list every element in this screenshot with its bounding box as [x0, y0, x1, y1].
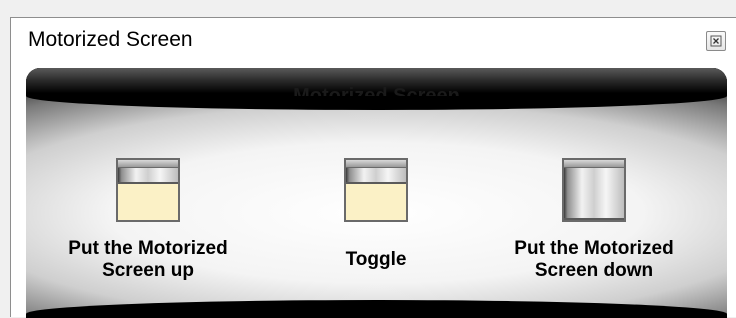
screen-down-button[interactable]: Put the Motorized Screen down	[484, 158, 704, 282]
screen-down-label: Put the Motorized Screen down	[514, 238, 674, 281]
toggle-button[interactable]: Toggle	[266, 158, 486, 271]
screen-up-icon	[116, 158, 180, 222]
panel-header: Motorized Screen	[26, 68, 727, 110]
motorized-screen-panel: Motorized Screen Put the Motorized Scree…	[26, 68, 727, 318]
panel-title: Motorized Screen	[293, 85, 460, 96]
screen-down-icon	[562, 158, 626, 222]
screen-roller	[564, 160, 624, 168]
screen-up-button[interactable]: Put the Motorized Screen up	[38, 158, 258, 282]
screen-toggle-icon	[344, 158, 408, 222]
screen-up-label: Put the Motorized Screen up	[68, 238, 228, 281]
screen-roller	[346, 160, 406, 168]
toggle-label: Toggle	[345, 249, 407, 270]
screen-roller	[118, 160, 178, 168]
screen-cloth	[118, 168, 178, 184]
motorized-screen-window: Motorized Screen Motorized Screen Put th…	[10, 17, 736, 318]
screen-cloth	[564, 168, 624, 220]
screen-cloth	[346, 168, 406, 184]
window-titlebar: Motorized Screen	[11, 18, 736, 63]
window-title: Motorized Screen	[28, 28, 193, 51]
close-button[interactable]	[706, 31, 726, 51]
close-icon	[710, 35, 722, 47]
